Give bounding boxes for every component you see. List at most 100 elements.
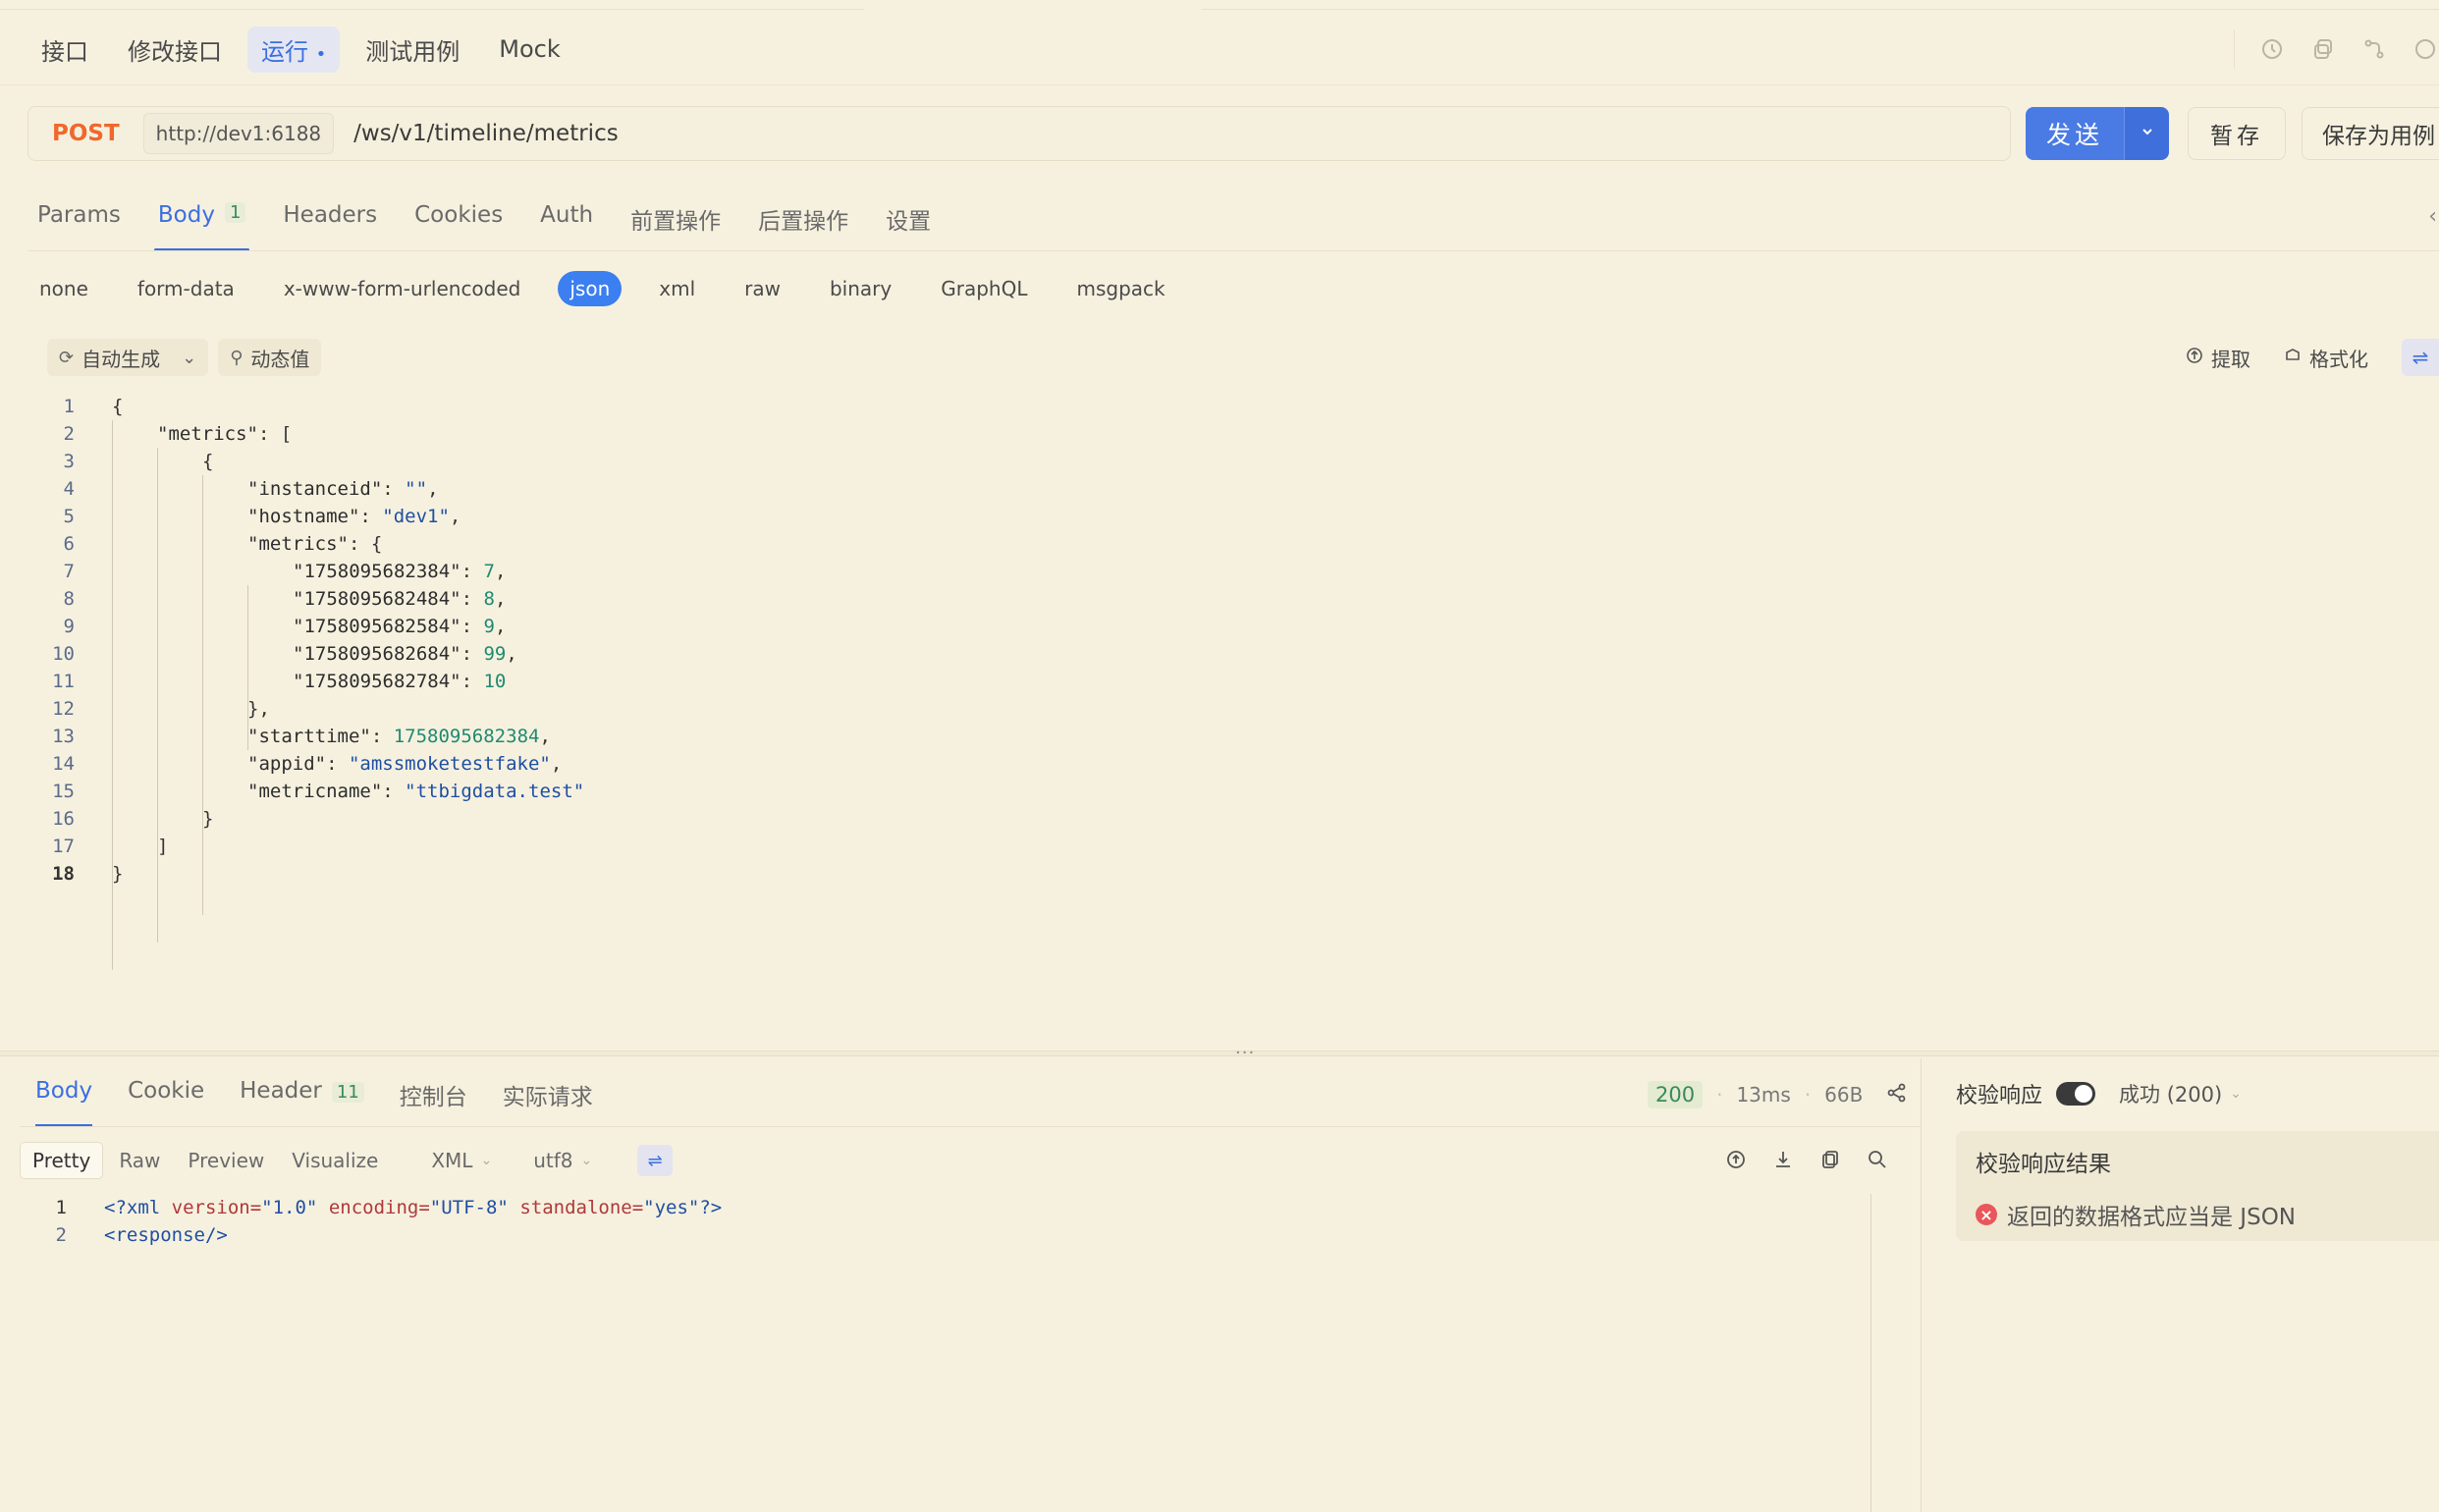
tab-test-cases[interactable]: 测试用例 bbox=[352, 27, 473, 73]
response-tabs: Body Cookie Header 11 控制台 实际请求 bbox=[35, 1072, 593, 1127]
body-type-msgpack[interactable]: msgpack bbox=[1064, 271, 1176, 306]
body-type-form-data[interactable]: form-data bbox=[126, 271, 246, 306]
copy-icon[interactable] bbox=[1818, 1146, 1842, 1173]
request-body-editor[interactable]: 1{ 2 "metrics": [ 3{ 4 "instanceid": "", 5… bbox=[27, 393, 2439, 970]
base-url-badge[interactable]: http://dev1:6188 bbox=[142, 113, 335, 154]
download-icon[interactable] bbox=[1771, 1146, 1795, 1173]
view-pretty[interactable]: Pretty bbox=[20, 1142, 104, 1179]
chevron-down-icon[interactable]: ⌄ bbox=[182, 348, 196, 368]
upload-icon[interactable] bbox=[1724, 1146, 1748, 1173]
indent-guide bbox=[157, 448, 158, 943]
code-line: 14 "appid": "amssmoketestfake", bbox=[52, 753, 563, 775]
tab-settings[interactable]: 设置 bbox=[886, 196, 931, 251]
code-line: 1{ bbox=[63, 396, 124, 417]
validation-status-select[interactable]: 成功 (200) ⌄ bbox=[2119, 1079, 2242, 1108]
method-select[interactable]: POST bbox=[28, 121, 143, 146]
status-code-badge: 200 bbox=[1648, 1081, 1704, 1108]
tab-edit-interface[interactable]: 修改接口 bbox=[114, 27, 236, 73]
tab-cookies[interactable]: Cookies bbox=[414, 196, 503, 251]
drag-handle-icon[interactable]: ··· bbox=[1235, 1043, 1255, 1063]
request-tabs: Params Body 1 Headers Cookies Auth 前置操作 后… bbox=[37, 196, 931, 251]
top-icons bbox=[2234, 29, 2439, 69]
search-icon[interactable] bbox=[1866, 1146, 1889, 1173]
response-size: 66B bbox=[1824, 1083, 1864, 1107]
tab-mock[interactable]: Mock bbox=[485, 29, 573, 69]
tab-response-header[interactable]: Header 11 bbox=[240, 1072, 364, 1127]
body-type-xml[interactable]: xml bbox=[647, 271, 707, 306]
tab-pre-operations[interactable]: 前置操作 bbox=[630, 196, 721, 251]
extract-icon bbox=[2186, 346, 2203, 369]
body-type-selector: none form-data x-www-form-urlencoded jso… bbox=[27, 270, 1177, 307]
validation-divider bbox=[1921, 1058, 1922, 1512]
branch-icon[interactable] bbox=[2360, 35, 2388, 63]
settings-icon[interactable] bbox=[2412, 35, 2439, 63]
body-type-raw[interactable]: raw bbox=[732, 271, 792, 306]
format-icon bbox=[2284, 346, 2302, 369]
magic-wand-icon: ⚲ bbox=[230, 347, 244, 368]
body-type-json[interactable]: json bbox=[558, 271, 623, 306]
pane-splitter[interactable] bbox=[0, 1051, 2439, 1056]
editor-actions: 提取 格式化 ⇌ bbox=[2186, 339, 2439, 376]
indent-guide bbox=[112, 420, 113, 970]
tab-actual-request[interactable]: 实际请求 bbox=[503, 1072, 593, 1127]
tab-interface[interactable]: 接口 bbox=[27, 27, 102, 73]
body-type-none[interactable]: none bbox=[27, 271, 100, 306]
validate-response-toggle[interactable] bbox=[2056, 1082, 2096, 1106]
format-select[interactable]: XML ⌄ bbox=[431, 1149, 492, 1172]
tab-console[interactable]: 控制台 bbox=[400, 1072, 467, 1127]
validation-result-title: 校验响应结果 bbox=[1976, 1152, 2111, 1177]
send-dropdown-button[interactable] bbox=[2124, 107, 2169, 160]
response-body-viewer[interactable]: 1 <?xml version="1.0" encoding="UTF-8" s… bbox=[20, 1194, 1875, 1508]
body-type-binary[interactable]: binary bbox=[818, 271, 903, 306]
window-tab-strip bbox=[1202, 0, 2439, 10]
body-type-urlencoded[interactable]: x-www-form-urlencoded bbox=[272, 271, 533, 306]
send-button-group: 发送 bbox=[2026, 107, 2169, 160]
tab-response-cookie[interactable]: Cookie bbox=[128, 1072, 204, 1127]
response-meta: 200 · 13ms · 66B bbox=[1648, 1078, 1908, 1111]
extract-button[interactable]: 提取 bbox=[2186, 344, 2250, 372]
code-line: 4 "instanceid": "", bbox=[63, 478, 439, 500]
code-line: 15 "metricname": "ttbigdata.test" bbox=[52, 781, 585, 802]
response-scrollbar[interactable] bbox=[1870, 1194, 1871, 1512]
code-line: 8 "1758095682484": 8, bbox=[63, 588, 507, 610]
save-as-case-button[interactable]: 保存为用例 bbox=[2302, 107, 2439, 160]
validation-error-message: × 返回的数据格式应当是 JSON bbox=[1976, 1198, 2419, 1231]
url-path-input[interactable]: /ws/v1/timeline/metrics bbox=[334, 121, 619, 146]
tab-params[interactable]: Params bbox=[37, 196, 121, 251]
view-preview[interactable]: Preview bbox=[176, 1143, 276, 1178]
unsaved-dot: • bbox=[315, 43, 327, 65]
chevron-down-icon bbox=[2140, 124, 2155, 144]
encoding-select[interactable]: utf8 ⌄ bbox=[533, 1149, 592, 1172]
tab-post-operations[interactable]: 后置操作 bbox=[758, 196, 848, 251]
tab-run[interactable]: 运行 • bbox=[247, 26, 341, 73]
code-line: 17] bbox=[52, 836, 169, 857]
body-type-graphql[interactable]: GraphQL bbox=[929, 271, 1039, 306]
view-visualize[interactable]: Visualize bbox=[280, 1143, 390, 1178]
history-icon[interactable] bbox=[2258, 35, 2286, 63]
url-bar[interactable]: POST http://dev1:6188 /ws/v1/timeline/me… bbox=[27, 106, 2011, 161]
tab-auth[interactable]: Auth bbox=[540, 196, 593, 251]
editor-toolbar: ⟳ 自动生成 ⌄ ⚲ 动态值 bbox=[47, 339, 322, 376]
format-button[interactable]: 格式化 bbox=[2284, 344, 2368, 372]
code-line: 2 <response/> bbox=[55, 1224, 228, 1246]
share-link-icon[interactable] bbox=[2309, 35, 2337, 63]
separator: · bbox=[1804, 1083, 1812, 1107]
response-view-modes: Pretty Raw Preview Visualize XML ⌄ utf8 ⌄ … bbox=[20, 1142, 674, 1179]
word-wrap-icon[interactable]: ⇌ bbox=[637, 1145, 674, 1176]
top-strip bbox=[0, 0, 2439, 10]
tab-body[interactable]: Body 1 bbox=[153, 196, 249, 251]
tab-headers[interactable]: Headers bbox=[283, 196, 377, 251]
share-icon[interactable] bbox=[1886, 1082, 1908, 1108]
auto-generate-button[interactable]: ⟳ 自动生成 ⌄ bbox=[47, 339, 209, 376]
send-button[interactable]: 发送 bbox=[2026, 107, 2124, 160]
code-line: 5 "hostname": "dev1", bbox=[63, 506, 461, 527]
word-wrap-icon[interactable]: ⇌ bbox=[2402, 339, 2439, 376]
save-button[interactable]: 暂存 bbox=[2188, 107, 2286, 160]
body-count-badge: 1 bbox=[224, 202, 246, 223]
chevron-left-icon[interactable]: ‹ bbox=[2428, 204, 2437, 229]
dynamic-value-button[interactable]: ⚲ 动态值 bbox=[218, 339, 322, 376]
tab-response-body[interactable]: Body bbox=[35, 1072, 93, 1127]
code-line: 10 "1758095682684": 99, bbox=[52, 643, 517, 665]
refresh-icon: ⟳ bbox=[59, 347, 75, 368]
view-raw[interactable]: Raw bbox=[107, 1143, 172, 1178]
